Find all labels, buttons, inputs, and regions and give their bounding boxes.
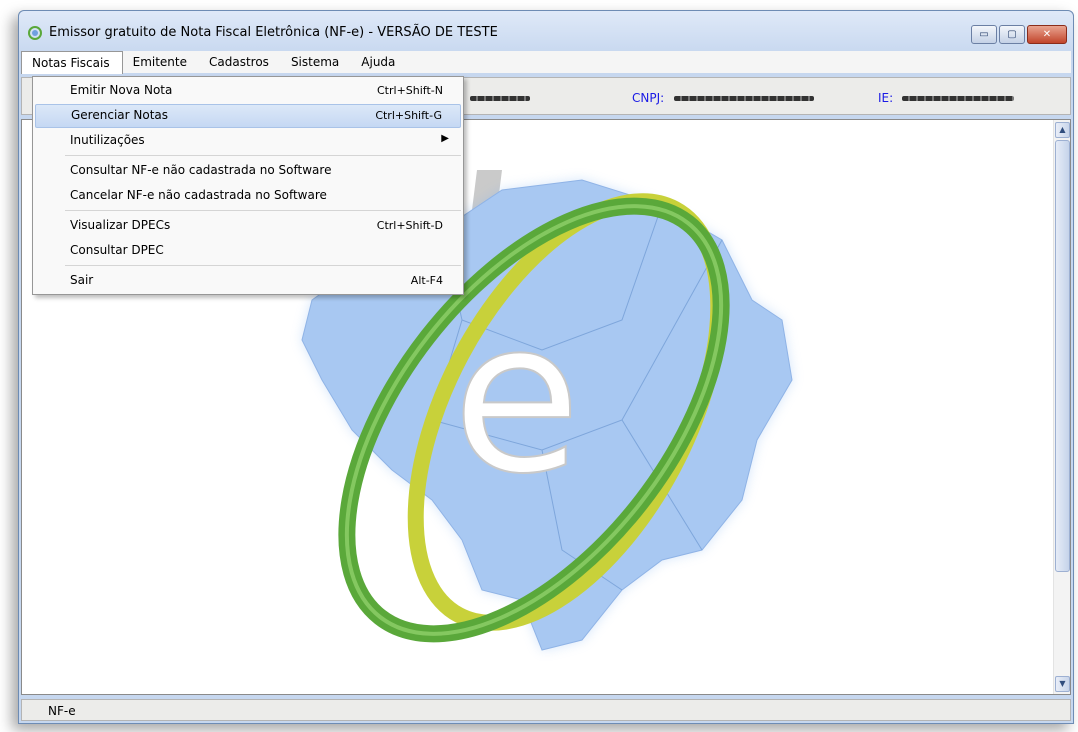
close-button[interactable]: ✕ (1027, 25, 1067, 44)
menu-sistema[interactable]: Sistema (281, 51, 351, 73)
menu-item-label: Consultar NF-e não cadastrada no Softwar… (70, 163, 332, 177)
minimize-button[interactable]: ▭ (971, 25, 997, 44)
menu-item-label: Inutilizações (70, 133, 145, 147)
ie-label: IE: (878, 91, 894, 105)
menu-separator (65, 155, 461, 156)
notas-fiscais-menu: Emitir Nova Nota Ctrl+Shift-N Gerenciar … (32, 76, 464, 295)
redacted-ie (902, 96, 1014, 101)
vertical-scrollbar[interactable]: ▲ ▼ (1053, 120, 1070, 694)
menu-item-shortcut: Ctrl+Shift-D (376, 219, 443, 232)
menu-item-gerenciar-notas[interactable]: Gerenciar Notas Ctrl+Shift-G (35, 104, 461, 128)
menu-item-shortcut: Alt-F4 (410, 274, 443, 287)
menu-item-shortcut: Ctrl+Shift-N (377, 84, 443, 97)
menu-item-label: Consultar DPEC (70, 243, 164, 257)
menu-item-label: Sair (70, 273, 94, 287)
menu-ajuda[interactable]: Ajuda (351, 51, 407, 73)
menu-cadastros[interactable]: Cadastros (199, 51, 281, 73)
menu-item-visualizar-dpecs[interactable]: Visualizar DPECs Ctrl+Shift-D (35, 214, 461, 238)
menu-item-label: Gerenciar Notas (71, 108, 169, 122)
menu-item-label: Emitir Nova Nota (70, 83, 173, 97)
menu-bar: Notas Fiscais Emitente Cadastros Sistema… (21, 50, 1071, 74)
menu-item-shortcut: Ctrl+Shift-G (375, 109, 442, 122)
scroll-down-button[interactable]: ▼ (1055, 676, 1070, 692)
redacted-name (470, 96, 530, 101)
redacted-cnpj (674, 96, 814, 101)
menu-item-label: Cancelar NF-e não cadastrada no Software (70, 188, 327, 202)
submenu-arrow-icon: ▶ (441, 133, 449, 144)
menu-item-inutilizacoes[interactable]: Inutilizações ▶ (35, 129, 461, 153)
menu-notas-fiscais[interactable]: Notas Fiscais (21, 50, 123, 74)
status-bar: NF-e (21, 699, 1071, 721)
menu-item-consultar-dpec[interactable]: Consultar DPEC (35, 239, 461, 263)
scroll-thumb[interactable] (1055, 140, 1070, 572)
menu-item-consultar-nfe[interactable]: Consultar NF-e não cadastrada no Softwar… (35, 159, 461, 183)
menu-separator (65, 210, 461, 211)
menu-item-sair[interactable]: Sair Alt-F4 (35, 269, 461, 293)
menu-emitente[interactable]: Emitente (123, 51, 199, 73)
menu-item-emitir-nova-nota[interactable]: Emitir Nova Nota Ctrl+Shift-N (35, 79, 461, 103)
svg-text:e: e (452, 275, 581, 520)
menu-separator (65, 265, 461, 266)
app-icon (28, 26, 42, 40)
menu-item-label: Visualizar DPECs (70, 218, 171, 232)
menu-item-cancelar-nfe[interactable]: Cancelar NF-e não cadastrada no Software (35, 184, 461, 208)
title-bar[interactable]: Emissor gratuito de Nota Fiscal Eletrôni… (19, 11, 1073, 51)
scroll-up-button[interactable]: ▲ (1055, 122, 1070, 138)
window-title: Emissor gratuito de Nota Fiscal Eletrôni… (49, 25, 498, 40)
status-text: NF-e (48, 704, 76, 718)
maximize-button[interactable]: ▢ (999, 25, 1025, 44)
cnpj-label: CNPJ: (632, 91, 665, 105)
